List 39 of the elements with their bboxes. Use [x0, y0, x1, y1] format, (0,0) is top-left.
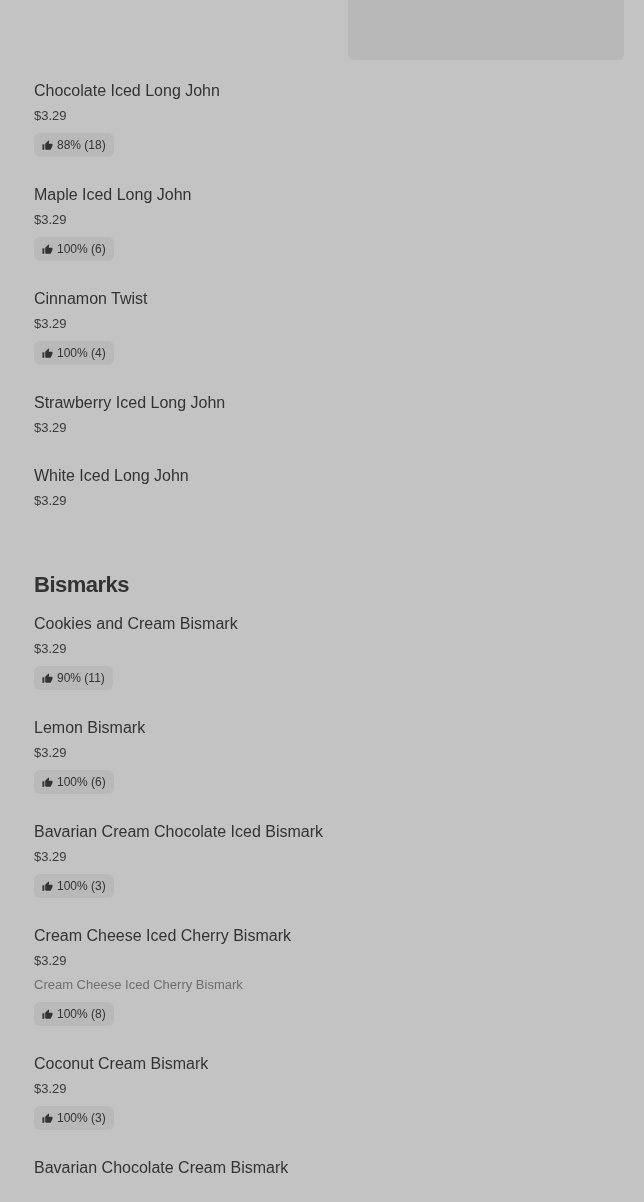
thumbs-up-icon [42, 1112, 53, 1124]
rating-text: 100% (6) [57, 241, 106, 258]
item-name[interactable]: Bavarian Cream Chocolate Iced Bismark [34, 822, 323, 842]
section-heading: Bismarks [34, 571, 131, 599]
item-name[interactable]: Bavarian Chocolate Cream Bismark [34, 1158, 289, 1178]
thumbs-up-icon [42, 243, 53, 255]
rating-text: 100% (3) [57, 1110, 106, 1127]
item-description: Cream Cheese Iced Cherry Bismark [34, 976, 243, 994]
rating-text: 100% (3) [57, 878, 106, 895]
item-price: $3.29 [34, 744, 67, 762]
thumbs-up-icon [42, 672, 53, 684]
thumbs-up-icon [42, 776, 53, 788]
item-price: $3.29 [34, 952, 67, 970]
item-price: $3.29 [34, 492, 67, 510]
thumbs-up-icon [42, 1008, 53, 1020]
item-name[interactable]: Lemon Bismark [34, 718, 146, 738]
thumbs-up-icon [42, 347, 53, 359]
rating-text: 100% (8) [57, 1006, 106, 1023]
item-name[interactable]: Strawberry Iced Long John [34, 393, 226, 413]
item-name[interactable]: White Iced Long John [34, 466, 189, 486]
rating-text: 88% (18) [57, 137, 106, 154]
item-price: $3.29 [34, 848, 67, 866]
item-price: $3.29 [34, 211, 67, 229]
thumbs-up-icon [42, 139, 53, 151]
item-name[interactable]: Cream Cheese Iced Cherry Bismark [34, 926, 291, 946]
rating-text: 100% (4) [57, 345, 106, 362]
thumbs-up-icon [42, 880, 53, 892]
item-name[interactable]: Maple Iced Long John [34, 185, 192, 205]
item-name[interactable]: Cookies and Cream Bismark [34, 614, 238, 634]
rating-text: 90% (11) [57, 670, 105, 687]
item-price: $3.29 [34, 640, 67, 658]
item-name[interactable]: Cinnamon Twist [34, 289, 148, 309]
item-name[interactable]: Chocolate Iced Long John [34, 81, 220, 101]
item-name[interactable]: Coconut Cream Bismark [34, 1054, 209, 1074]
item-price: $3.29 [34, 419, 67, 437]
item-price: $3.29 [34, 107, 67, 125]
item-price: $3.29 [34, 1080, 67, 1098]
rating-text: 100% (6) [57, 774, 106, 791]
item-price: $3.29 [34, 315, 67, 333]
